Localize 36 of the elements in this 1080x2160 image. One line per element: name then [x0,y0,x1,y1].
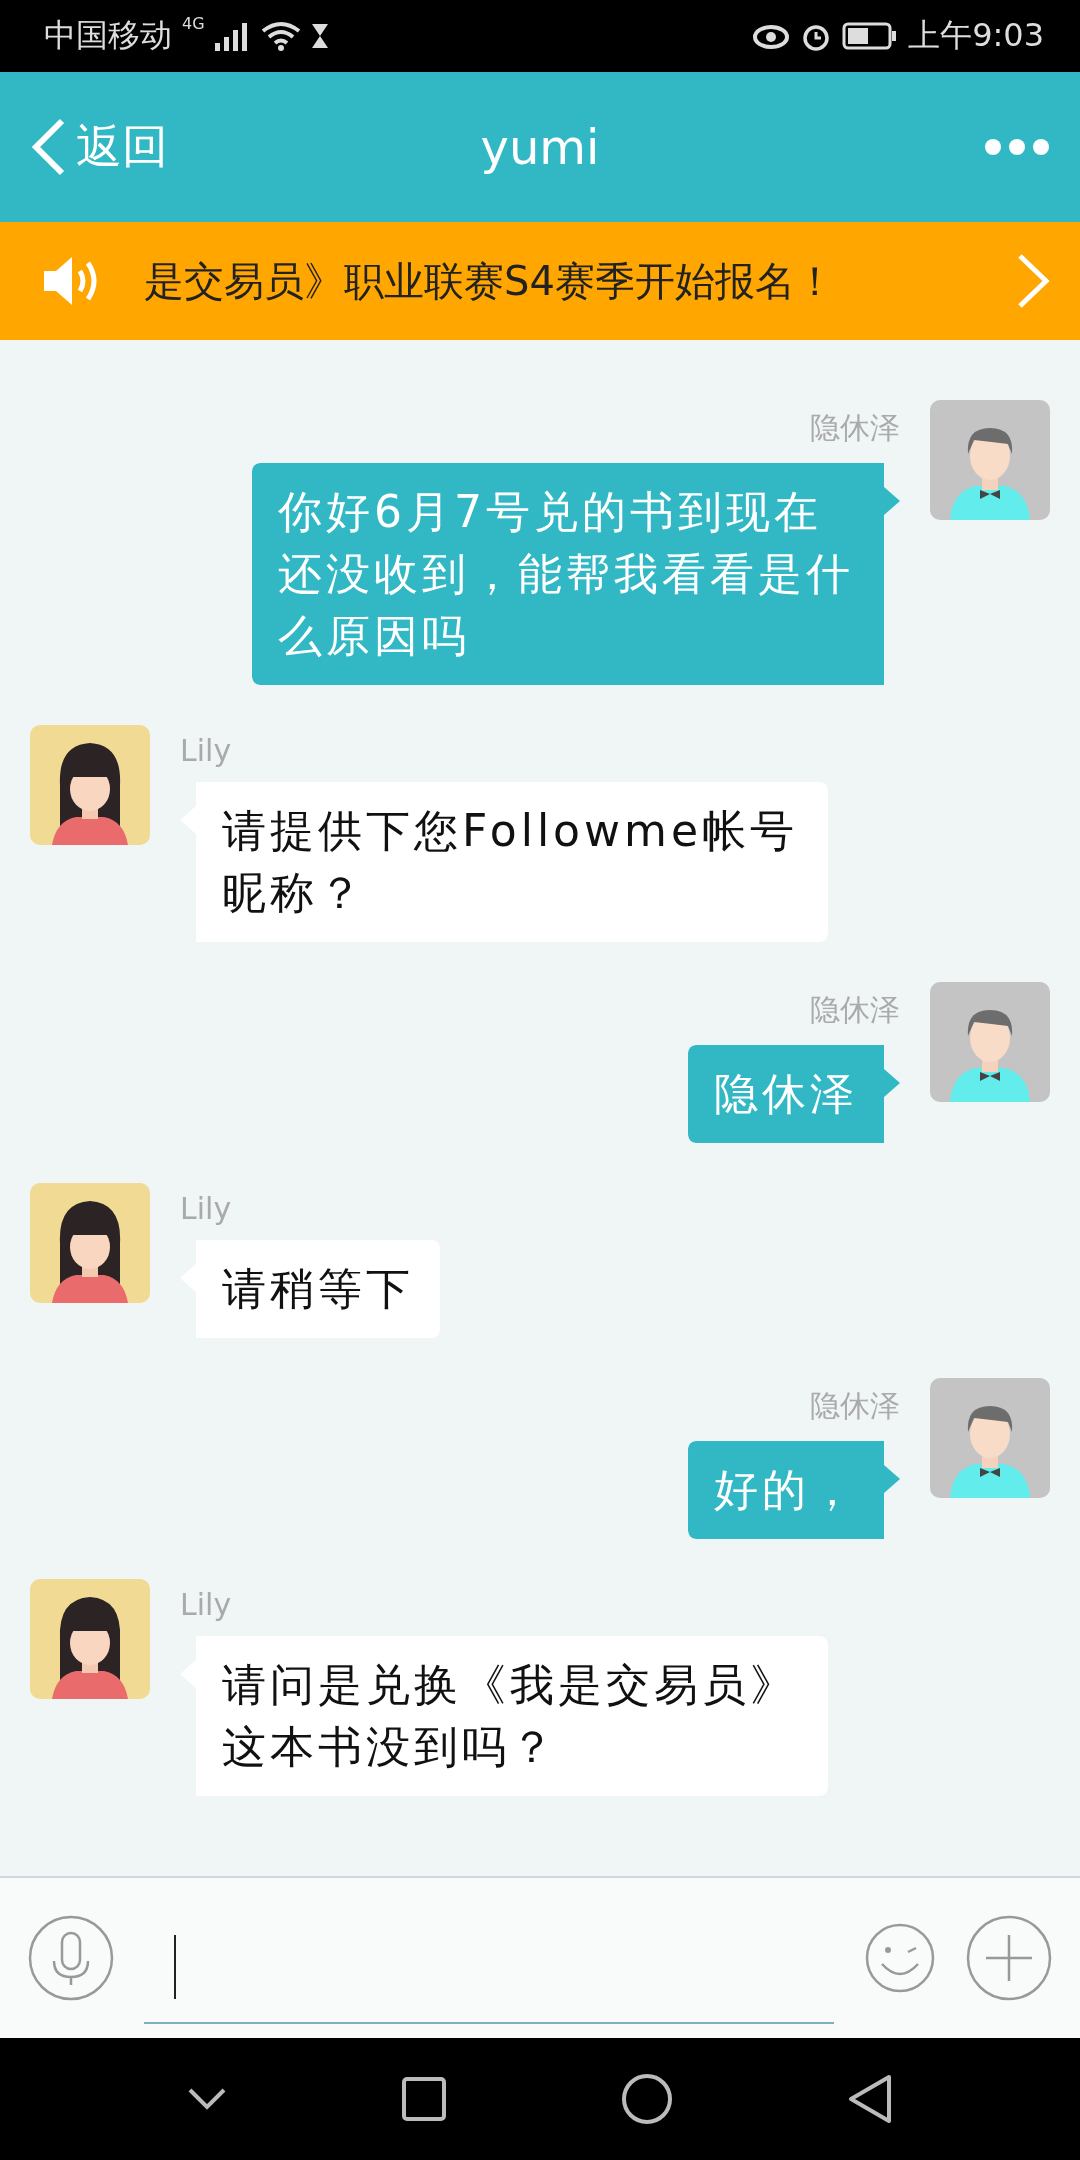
sender-name: 隐休泽 [810,1387,900,1425]
sender-name: 隐休泽 [810,409,900,447]
avatar-icon [30,1579,150,1699]
avatar-icon [30,725,150,845]
back-icon[interactable] [847,2073,893,2125]
battery-icon [842,22,899,50]
message-bubble: 你好6月7号兑的书到现在还没收到，能帮我看看是什么原因吗 [252,463,900,685]
wifi-icon [260,21,301,51]
chevron-right-icon[interactable] [1016,252,1050,310]
home-icon[interactable] [621,2073,673,2125]
clock-time: 上午9:03 [908,15,1044,56]
eye-icon [752,22,791,50]
hourglass-icon [310,23,329,49]
add-button[interactable] [966,1915,1052,2001]
avatar-icon [930,982,1050,1102]
message-bubble: 好的， [688,1441,900,1539]
avatar-icon [930,1378,1050,1498]
carrier-name: 中国移动 [44,15,172,56]
message-bubble: 请问是兑换《我是交易员》这本书没到吗？ [180,1636,828,1796]
more-icon [984,138,1050,156]
sender-name: Lily [180,733,232,768]
sender-name: Lily [180,1587,232,1622]
network-type: 4G [182,14,205,33]
microphone-button[interactable] [28,1915,114,2001]
recent-apps-icon[interactable] [401,2076,447,2122]
chat-title: yumi [479,119,601,175]
message-bubble: 请稍等下 [180,1240,440,1338]
chevron-down-icon[interactable] [187,2087,227,2111]
sender-name: Lily [180,1191,232,1226]
avatar-icon [30,1183,150,1303]
message-bubble: 隐休泽 [688,1045,900,1143]
chevron-left-icon [30,117,66,177]
sender-name: 隐休泽 [810,991,900,1029]
message-bubble: 请提供下您Followme帐号昵称？ [180,782,828,942]
avatar-icon [930,400,1050,520]
emoji-button[interactable] [864,1922,936,1994]
